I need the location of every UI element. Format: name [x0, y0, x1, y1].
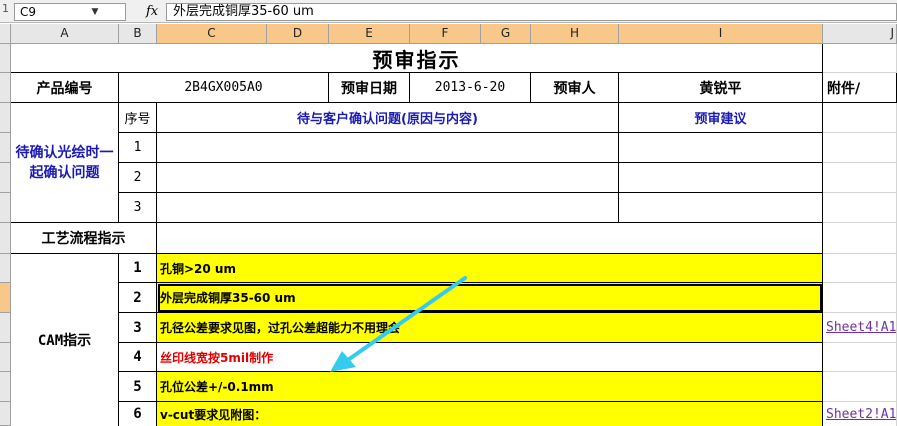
cam-row-no[interactable]: 5 — [119, 372, 157, 402]
col-header-c[interactable]: C — [157, 24, 267, 44]
attachment-link-cell[interactable]: Sheet2!A1 — [823, 402, 897, 426]
cam-row-no[interactable]: 1 — [119, 254, 157, 283]
row-header[interactable] — [0, 73, 11, 103]
seq-label[interactable]: 序号 — [119, 103, 157, 133]
process-flow-cell[interactable] — [157, 223, 823, 254]
col-header-i[interactable]: I — [619, 24, 823, 44]
row-header[interactable] — [0, 402, 11, 426]
row-header[interactable] — [0, 103, 11, 133]
attachment-label[interactable]: 附件/ — [823, 73, 897, 103]
attachment-cell[interactable] — [823, 343, 897, 372]
suggestion-header[interactable]: 预审建议 — [619, 103, 823, 133]
row-header[interactable] — [0, 223, 11, 254]
row-header[interactable] — [0, 133, 11, 163]
formula-input[interactable]: 外层完成铜厚35-60 um — [166, 3, 897, 21]
cam-instruction-text[interactable]: 孔径公差要求见图，过孔公差超能力不用理会 — [157, 313, 823, 343]
attachment-cell[interactable] — [823, 283, 897, 313]
col-header-g[interactable]: G — [481, 24, 531, 44]
cell[interactable] — [823, 44, 897, 73]
sheet4-link[interactable]: Sheet4!A1 — [826, 320, 896, 335]
pending-issue-cell[interactable] — [157, 193, 619, 223]
attachment-link-cell[interactable]: Sheet4!A1 — [823, 313, 897, 343]
attachment-cell[interactable] — [823, 254, 897, 283]
row-header[interactable] — [0, 372, 11, 402]
cell[interactable] — [823, 163, 897, 193]
cam-instruction-text[interactable]: 孔铜>20 um — [157, 254, 823, 283]
pending-row-no[interactable]: 3 — [119, 193, 157, 223]
pending-suggestion-cell[interactable] — [619, 193, 823, 223]
col-header-f[interactable]: F — [410, 24, 481, 44]
toolbar-mark: 1 — [2, 2, 9, 15]
review-date-label[interactable]: 预审日期 — [329, 73, 410, 103]
cam-instruction-text[interactable]: 孔位公差+/-0.1mm — [157, 372, 823, 402]
cam-row-no[interactable]: 4 — [119, 343, 157, 372]
issues-header[interactable]: 待与客户确认问题(原因与内容) — [157, 103, 619, 133]
pending-issue-cell[interactable] — [157, 163, 619, 193]
col-header-b[interactable]: B — [119, 24, 157, 44]
chevron-down-icon[interactable]: ▼ — [88, 5, 102, 19]
sheet2-link[interactable]: Sheet2!A1 — [826, 407, 896, 422]
fx-icon[interactable]: fx — [146, 3, 162, 21]
review-date-value[interactable]: 2013-6-20 — [410, 73, 531, 103]
pending-row-no[interactable]: 2 — [119, 163, 157, 193]
cell[interactable] — [823, 193, 897, 223]
cam-row-no[interactable]: 6 — [119, 402, 157, 426]
sheet-title[interactable]: 预审指示 — [11, 44, 823, 73]
cam-row-no[interactable]: 2 — [119, 283, 157, 313]
col-header-h[interactable]: H — [531, 24, 619, 44]
cam-row-no[interactable]: 3 — [119, 313, 157, 343]
col-header-e[interactable]: E — [329, 24, 410, 44]
name-box[interactable]: C9 — [14, 3, 126, 21]
cell[interactable] — [823, 223, 897, 254]
reviewer-value[interactable]: 黄锐平 — [619, 73, 823, 103]
cam-instruction-text[interactable]: v-cut要求见附图： — [157, 402, 823, 426]
attachment-cell[interactable] — [823, 372, 897, 402]
pending-confirm-label[interactable]: 待确认光绘时一起确认问题 — [11, 103, 119, 223]
row-header[interactable] — [0, 44, 11, 73]
process-flow-label[interactable]: 工艺流程指示 — [11, 223, 157, 254]
col-header-d[interactable]: D — [267, 24, 329, 44]
product-no-value[interactable]: 2B4GX005A0 — [119, 73, 329, 103]
row-header[interactable] — [0, 313, 11, 343]
select-all-corner[interactable] — [0, 24, 11, 44]
cam-instruction-text-selected[interactable]: 外层完成铜厚35-60 um — [157, 283, 823, 313]
product-no-label[interactable]: 产品编号 — [11, 73, 119, 103]
row-header[interactable] — [0, 254, 11, 283]
reviewer-label[interactable]: 预审人 — [531, 73, 619, 103]
pending-suggestion-cell[interactable] — [619, 133, 823, 163]
row-header[interactable] — [0, 343, 11, 372]
col-header-j[interactable]: J — [823, 24, 897, 44]
cam-instruction-text-warning[interactable]: 丝印线宽按5mil制作 — [157, 343, 823, 372]
pending-issue-cell[interactable] — [157, 133, 619, 163]
pending-row-no[interactable]: 1 — [119, 133, 157, 163]
row-header[interactable] — [0, 193, 11, 223]
cam-instruction-label[interactable]: CAM指示 — [11, 254, 119, 426]
row-header[interactable] — [0, 163, 11, 193]
cell[interactable] — [823, 103, 897, 133]
col-header-a[interactable]: A — [11, 24, 119, 44]
pending-suggestion-cell[interactable] — [619, 163, 823, 193]
row-header-active[interactable] — [0, 283, 11, 313]
cell[interactable] — [823, 133, 897, 163]
